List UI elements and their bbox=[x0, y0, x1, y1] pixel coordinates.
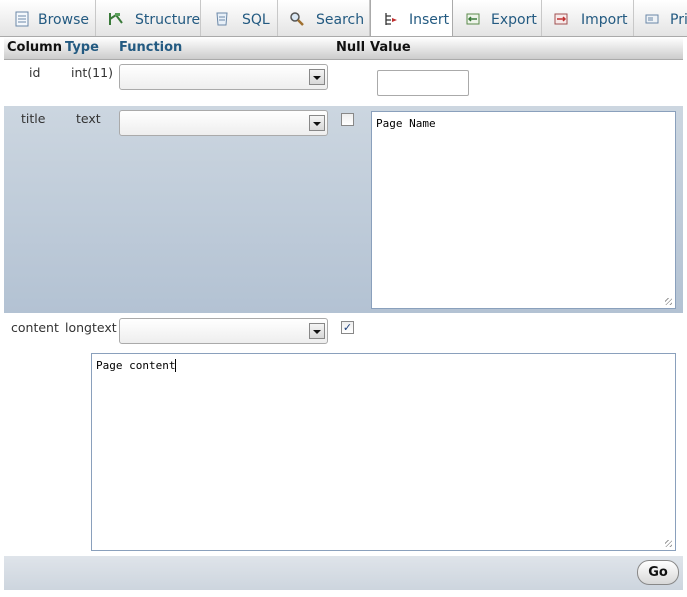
chevron-down-icon bbox=[309, 69, 325, 85]
value-textarea[interactable]: Page Name bbox=[371, 111, 676, 309]
function-select[interactable] bbox=[119, 64, 328, 90]
insert-icon bbox=[385, 13, 397, 25]
export-icon bbox=[466, 13, 480, 25]
table-header: Column Type Function Null Value bbox=[4, 37, 683, 60]
tab-import-label: Import bbox=[581, 12, 628, 28]
search-icon bbox=[290, 12, 304, 26]
header-column: Column bbox=[7, 40, 62, 55]
import-icon bbox=[554, 13, 568, 25]
row-column-name: title bbox=[21, 111, 46, 126]
chevron-down-icon bbox=[309, 115, 325, 131]
header-function: Function bbox=[119, 40, 183, 55]
tab-search[interactable]: Search bbox=[278, 0, 370, 36]
tab-insert[interactable]: Insert bbox=[370, 0, 453, 36]
null-checkbox[interactable] bbox=[341, 113, 354, 126]
value-input[interactable] bbox=[377, 70, 469, 96]
value-textarea-text: Page content bbox=[96, 359, 176, 372]
text-cursor bbox=[175, 359, 177, 372]
structure-icon bbox=[109, 13, 123, 25]
row-type: int(11) bbox=[71, 65, 113, 80]
tab-bar: Browse Structure SQL Search Insert Expor… bbox=[0, 0, 687, 37]
sql-icon bbox=[216, 12, 228, 26]
tab-browse[interactable]: Browse bbox=[0, 0, 96, 36]
form-footer: Go bbox=[4, 556, 683, 590]
tab-sql[interactable]: SQL bbox=[201, 0, 278, 36]
table-row: title text Page Name bbox=[4, 106, 683, 313]
tab-insert-label: Insert bbox=[409, 12, 450, 28]
chevron-down-icon bbox=[309, 323, 325, 339]
row-column-name: content bbox=[11, 320, 59, 335]
tab-sql-label: SQL bbox=[242, 12, 270, 28]
value-textarea-text: Page Name bbox=[376, 117, 436, 130]
table-row: content longtext ✓ Page content bbox=[4, 313, 683, 556]
row-type: longtext bbox=[65, 320, 117, 335]
value-textarea[interactable]: Page content bbox=[91, 353, 676, 551]
header-null: Null bbox=[336, 40, 366, 55]
browse-icon bbox=[15, 11, 29, 27]
header-type[interactable]: Type bbox=[65, 40, 99, 55]
table-row: id int(11) bbox=[4, 60, 683, 106]
tab-browse-label: Browse bbox=[38, 12, 89, 28]
function-select[interactable] bbox=[119, 110, 328, 136]
tab-import[interactable]: Import bbox=[542, 0, 634, 36]
go-button[interactable]: Go bbox=[637, 560, 679, 585]
privileges-icon bbox=[645, 14, 659, 24]
tab-search-label: Search bbox=[316, 12, 365, 28]
tab-privileges[interactable]: Pri bbox=[634, 0, 687, 36]
tab-privileges-label: Pri bbox=[670, 12, 687, 28]
header-value: Value bbox=[370, 40, 411, 55]
tab-structure-label: Structure bbox=[135, 12, 201, 28]
row-column-name: id bbox=[29, 65, 41, 80]
tab-export[interactable]: Export bbox=[453, 0, 542, 36]
resize-grip-icon[interactable] bbox=[665, 298, 672, 305]
function-select[interactable] bbox=[119, 318, 328, 344]
resize-grip-icon[interactable] bbox=[665, 540, 672, 547]
null-checkbox[interactable]: ✓ bbox=[341, 321, 354, 334]
tab-structure[interactable]: Structure bbox=[96, 0, 201, 36]
checkmark-icon: ✓ bbox=[342, 321, 353, 334]
tab-export-label: Export bbox=[491, 12, 537, 28]
row-type: text bbox=[76, 111, 101, 126]
